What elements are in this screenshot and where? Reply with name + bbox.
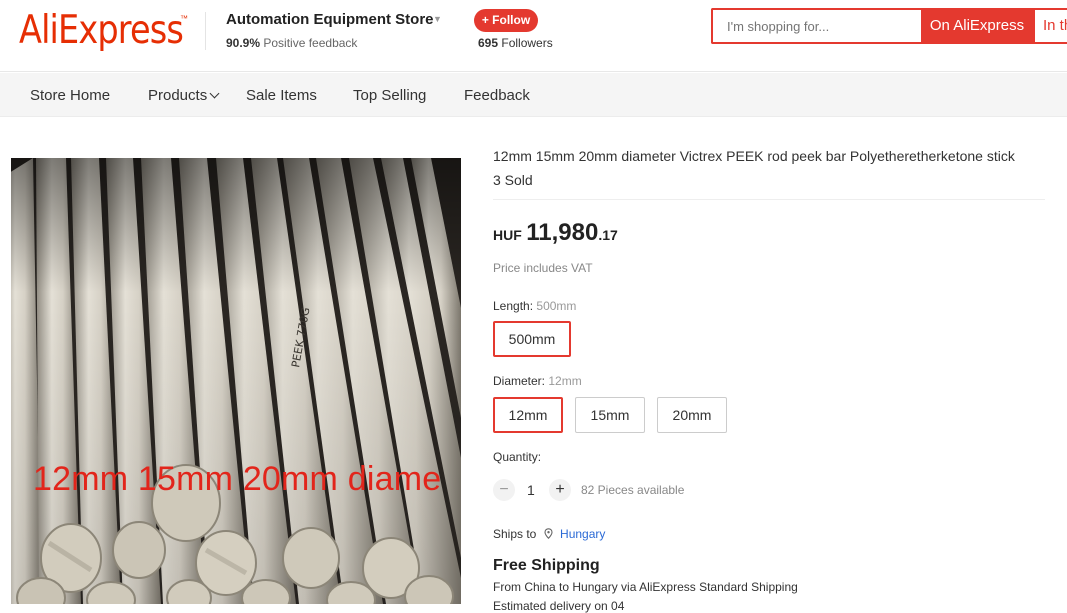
nav-products[interactable]: Products [148,87,220,104]
nav-store-home[interactable]: Store Home [30,87,110,104]
vat-note: Price includes VAT [493,261,593,275]
trademark-mark: ™ [180,14,188,23]
store-feedback: 90.9% Positive feedback [226,36,357,50]
feedback-percent: 90.9% [226,36,261,50]
nav-products-label: Products [148,87,208,104]
diameter-option-20mm[interactable]: 20mm [657,397,727,433]
info-divider [493,199,1045,200]
quantity-decrease-button[interactable]: − [493,479,515,501]
diameter-label-row: Diameter: 12mm [493,374,582,388]
followers-label: Followers [501,36,553,50]
product-image[interactable]: PEEK 770G 12mm 15mm 20mm diame [11,158,461,604]
location-pin-icon [544,527,556,541]
followers-count: 695 Followers [478,36,553,50]
ships-to-label: Ships to [493,527,537,541]
caret-down-icon[interactable]: ▼ [433,14,442,24]
search-box [711,8,921,44]
header-divider [205,12,206,50]
search-on-aliexpress-button[interactable]: On AliExpress [921,8,1033,44]
pieces-available: 82 Pieces available [581,483,685,497]
diameter-option-15mm[interactable]: 15mm [575,397,645,433]
length-label-row: Length: 500mm [493,299,576,313]
quantity-increase-button[interactable]: + [549,479,571,501]
ships-to-row: Ships to Hungary [493,527,605,541]
search-in-store-button[interactable]: In this store [1033,8,1067,44]
nav-top-selling[interactable]: Top Selling [353,87,426,104]
shipping-route: From China to Hungary via AliExpress Sta… [493,580,798,594]
search-input[interactable] [713,10,921,42]
diameter-selected-value: 12mm [548,374,582,388]
estimated-delivery: Estimated delivery on 04 [493,599,625,613]
price-currency: HUF [493,227,522,243]
product-info: 12mm 15mm 20mm diameter Victrex PEEK rod… [493,146,1053,188]
length-option-500mm[interactable]: 500mm [493,321,571,357]
store-name-link[interactable]: Automation Equipment Store [226,11,434,28]
store-nav: Store Home Products Sale Items Top Selli… [0,73,1067,117]
aliexpress-logo[interactable]: AliExpress [19,8,184,53]
top-header: AliExpress ™ Automation Equipment Store … [0,0,1067,72]
quantity-input[interactable]: 1 [527,482,535,498]
price-decimal: .17 [598,227,618,243]
product-title: 12mm 15mm 20mm diameter Victrex PEEK rod… [493,148,1015,164]
diameter-option-12mm[interactable]: 12mm [493,397,563,433]
nav-feedback[interactable]: Feedback [464,87,530,104]
follow-button[interactable]: + Follow [474,9,538,32]
feedback-label: Positive feedback [263,36,358,50]
image-overlay-text: 12mm 15mm 20mm diame [33,460,442,498]
chevron-down-icon [209,88,220,99]
product-price: HUF 11,980.17 [493,219,618,247]
sold-count: 3 Sold [493,172,533,188]
quantity-label: Quantity: [493,450,542,464]
length-label: Length: [493,299,534,313]
peek-rods-photo: PEEK 770G [11,158,461,604]
price-integer: 11,980 [526,219,599,246]
length-selected-value: 500mm [536,299,577,313]
diameter-label: Diameter: [493,374,546,388]
ships-to-country-link[interactable]: Hungary [560,527,605,541]
nav-sale-items[interactable]: Sale Items [246,87,317,104]
free-shipping-title: Free Shipping [493,557,600,574]
followers-number: 695 [478,36,499,50]
